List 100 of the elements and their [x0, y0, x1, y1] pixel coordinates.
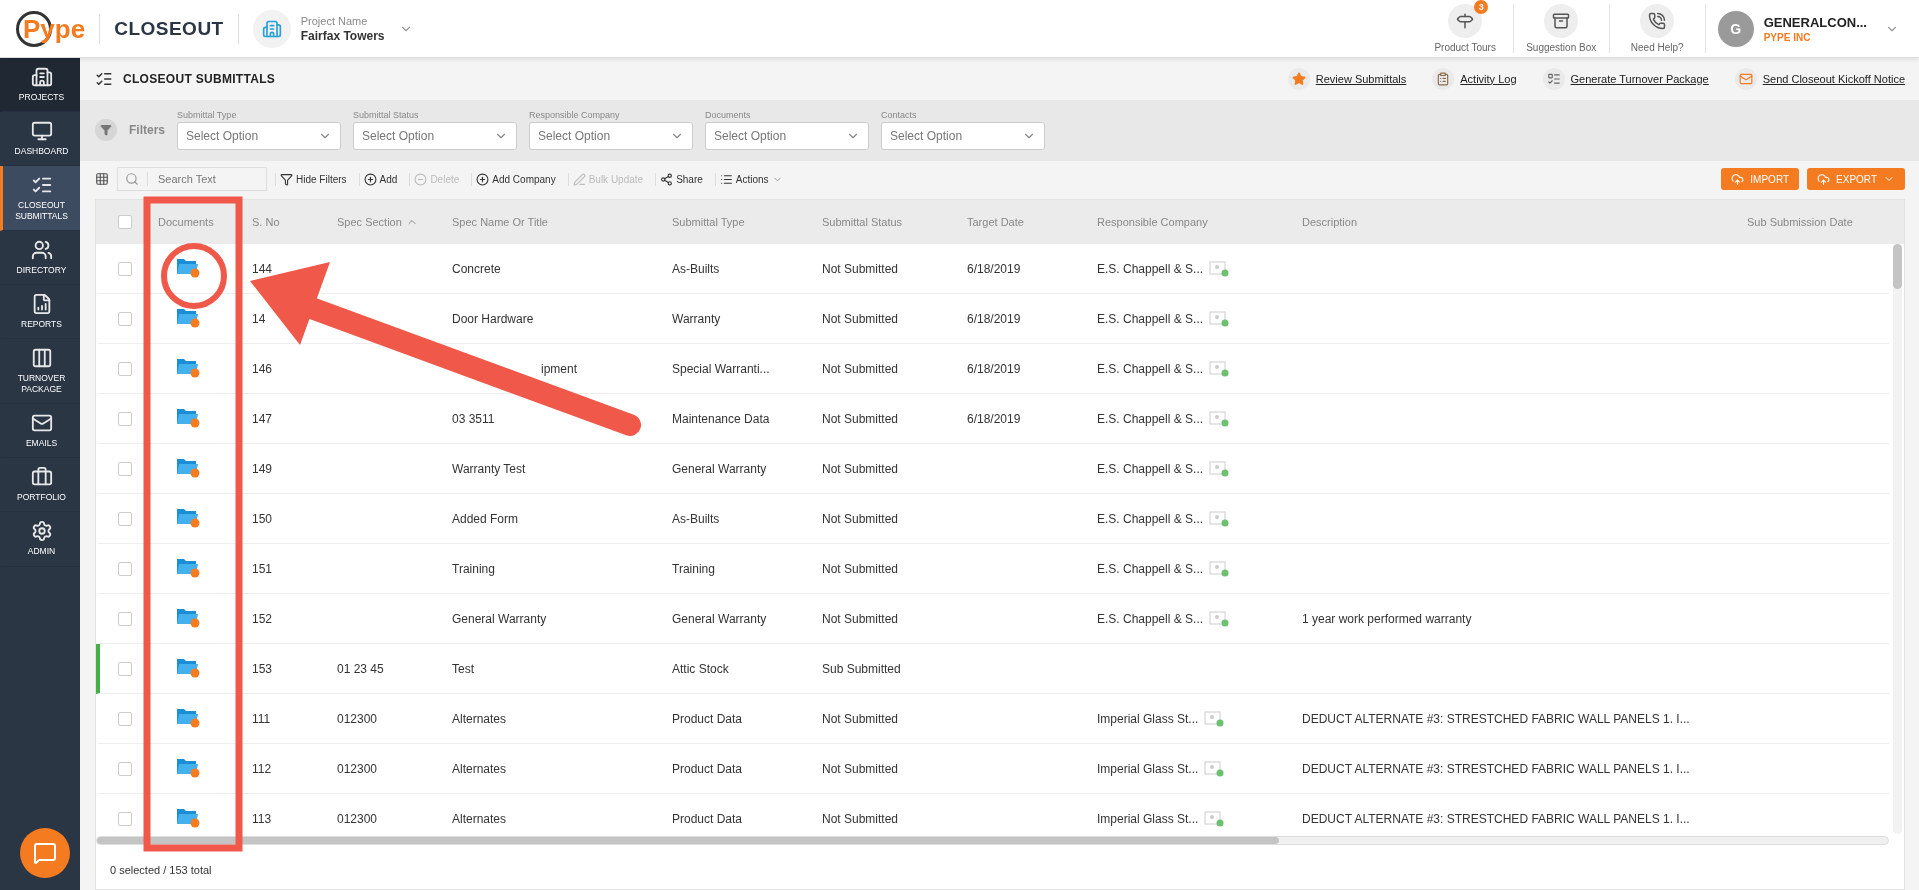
contact-folder-icon[interactable]	[1209, 360, 1230, 377]
chat-launcher-button[interactable]	[20, 828, 70, 878]
table-cell-text: 151	[251, 561, 274, 576]
clipboard-icon	[1436, 71, 1451, 86]
contact-folder-icon[interactable]	[1204, 710, 1225, 727]
folder-icon[interactable]	[176, 606, 200, 628]
row-checkbox[interactable]	[118, 811, 132, 826]
table-cell-text: Product Data	[671, 711, 744, 726]
user-name[interactable]: GENERALCON...	[1763, 14, 1867, 30]
row-checkbox[interactable]	[118, 661, 132, 676]
table-cell-text: 112	[251, 761, 273, 776]
mail-icon	[1738, 71, 1753, 86]
building-icon[interactable]	[252, 9, 291, 48]
filter-select[interactable]: Select Option	[881, 122, 1045, 151]
contact-folder-icon[interactable]	[1209, 260, 1230, 277]
contact-folder-icon[interactable]	[1209, 560, 1230, 577]
filter-select[interactable]: Select Option	[177, 122, 341, 151]
row-checkbox[interactable]	[118, 561, 132, 576]
toolbar-button[interactable]: Share	[655, 172, 707, 186]
contact-folder-icon[interactable]	[1209, 610, 1230, 627]
search-field[interactable]: Search Text	[117, 167, 267, 192]
table-cell-text: As-Builts	[671, 511, 721, 526]
table-cell-text: Maintenance Data	[671, 411, 771, 426]
row-checkbox[interactable]	[118, 411, 132, 426]
table-cell: E.S. Chappell & S...	[1091, 260, 1296, 277]
sidebar-item[interactable]: PROJECTS	[0, 58, 80, 113]
contact-folder-icon[interactable]	[1204, 810, 1225, 827]
toolbar-button[interactable]: Hide Filters	[275, 172, 351, 186]
table-cell-text: Not Submitted	[821, 611, 900, 626]
row-checkbox[interactable]	[118, 761, 132, 776]
project-name[interactable]: Fairfax Towers	[300, 28, 385, 43]
header-button[interactable]: Need Help?	[1609, 4, 1706, 53]
table-cell-text: 14	[251, 311, 267, 326]
table-cell-text: Alternates	[451, 711, 508, 726]
table-cell-text: DEDUCT ALTERNATE #3: STRESTCHED FABRIC WALL PANELS 1. I...	[1301, 761, 1691, 776]
contact-folder-icon[interactable]	[1209, 410, 1230, 427]
table-cell-text: 146	[251, 361, 274, 376]
delete-icon	[414, 172, 428, 186]
table-cell-text: ipment	[540, 361, 579, 376]
toolbar-button[interactable]: Add Company	[471, 172, 560, 186]
header-link[interactable]: Activity Log	[1432, 67, 1517, 90]
contact-folder-icon[interactable]	[1204, 760, 1225, 777]
table-cell-text: Not Submitted	[821, 761, 900, 776]
filter-select[interactable]: Select Option	[705, 122, 869, 151]
row-checkbox[interactable]	[118, 361, 132, 376]
table-cell-text: Not Submitted	[821, 411, 900, 426]
building-icon	[30, 66, 53, 88]
filter-select[interactable]: Select Option	[529, 122, 693, 151]
folder-icon[interactable]	[176, 506, 200, 528]
contact-folder-icon[interactable]	[1209, 310, 1230, 327]
header-link[interactable]: Generate Turnover Package	[1542, 67, 1709, 90]
table-cell-text: Test	[451, 661, 475, 676]
folder-icon[interactable]	[176, 706, 200, 728]
table-cell-text: 152	[251, 611, 274, 626]
app-name: CLOSEOUT	[114, 17, 224, 40]
contact-folder-icon[interactable]	[1209, 510, 1230, 527]
table-cell-text: General Warranty	[451, 611, 548, 626]
folder-icon[interactable]	[176, 806, 200, 828]
header-link[interactable]: Review Submittals	[1287, 67, 1407, 90]
list-icon	[1546, 71, 1561, 86]
horizontal-scrollbar[interactable]	[96, 836, 1889, 845]
contact-folder-icon[interactable]	[1209, 460, 1230, 477]
vertical-scrollbar[interactable]	[1893, 244, 1902, 834]
table-cell: E.S. Chappell & S...	[1091, 610, 1296, 627]
header-button[interactable]: Suggestion Box	[1513, 4, 1610, 53]
phone-icon	[1648, 12, 1667, 30]
sidebar-item[interactable]: CLOSEOUT SUBMITTALS	[0, 166, 80, 232]
table-cell-text: Special Warranti...	[671, 361, 771, 376]
row-checkbox[interactable]	[118, 511, 132, 526]
table-cell: E.S. Chappell & S...	[1091, 410, 1296, 427]
select-all-checkbox[interactable]	[118, 215, 132, 229]
folder-icon[interactable]	[176, 356, 200, 378]
folder-icon[interactable]	[176, 456, 200, 478]
folder-icon[interactable]	[176, 406, 200, 428]
grid-icon[interactable]	[95, 172, 109, 187]
table-cell-text: General Warranty	[671, 461, 768, 476]
folder-icon[interactable]	[176, 256, 200, 278]
table-cell-text: Alternates	[451, 811, 508, 826]
header-button[interactable]: 3 Product Tours	[1417, 4, 1514, 53]
row-checkbox[interactable]	[118, 461, 132, 476]
table-cell-text: As-Builts	[671, 261, 721, 276]
row-checkbox[interactable]	[118, 711, 132, 726]
row-checkbox[interactable]	[118, 261, 132, 276]
table-cell-text: DEDUCT ALTERNATE #3: STRESTCHED FABRIC WALL PANELS 1. I...	[1301, 711, 1691, 726]
row-checkbox[interactable]	[118, 611, 132, 626]
toolbar-button[interactable]: Actions	[714, 172, 787, 186]
table-cell-text: Not Submitted	[821, 561, 900, 576]
table-cell-text: Not Submitted	[821, 511, 900, 526]
table-cell-text: Warranty	[671, 311, 722, 326]
table-cell: E.S. Chappell & S...	[1091, 360, 1296, 377]
folder-icon[interactable]	[176, 656, 200, 678]
filter-select[interactable]: Select Option	[353, 122, 517, 151]
folder-icon[interactable]	[176, 306, 200, 328]
row-checkbox[interactable]	[118, 311, 132, 326]
toolbar-button[interactable]: Add	[358, 172, 402, 186]
folder-icon[interactable]	[176, 556, 200, 578]
header-link[interactable]: Send Closeout Kickoff Notice	[1734, 67, 1905, 90]
folder-icon[interactable]	[176, 756, 200, 778]
table-cell-text: Not Submitted	[821, 261, 900, 276]
project-label: Project Name	[300, 14, 369, 27]
